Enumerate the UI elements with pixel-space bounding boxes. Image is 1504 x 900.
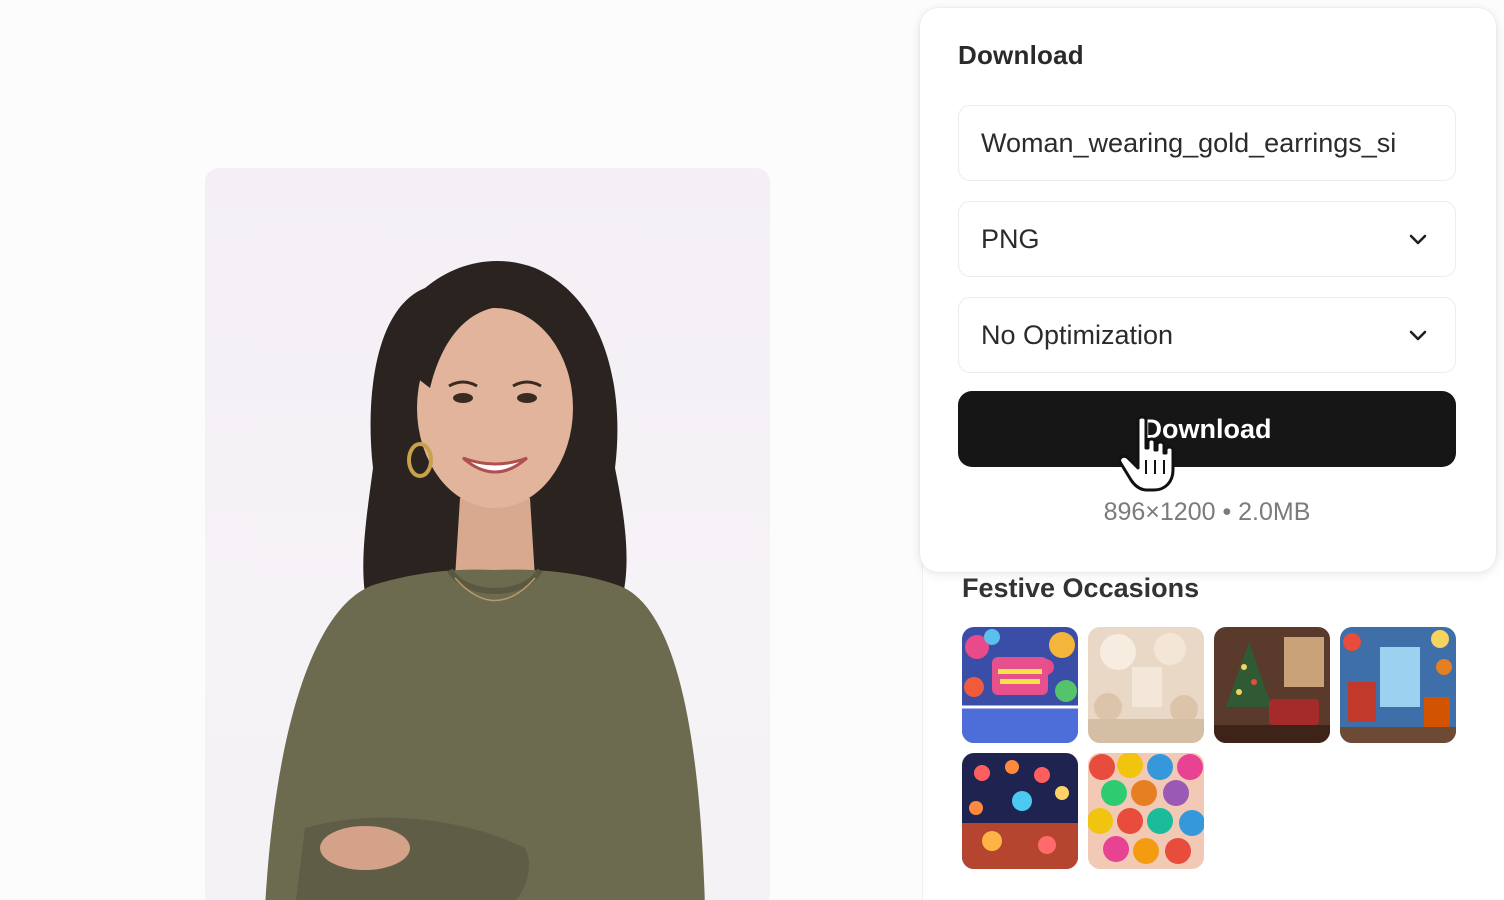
download-button[interactable]: Download bbox=[958, 391, 1456, 467]
lantern-street-image[interactable] bbox=[962, 753, 1078, 869]
popover-title: Download bbox=[958, 40, 1084, 70]
filename-input[interactable] bbox=[981, 127, 1433, 159]
hand-cursor-icon bbox=[1116, 414, 1176, 494]
balloons-image[interactable] bbox=[1088, 753, 1204, 869]
filename-field[interactable] bbox=[958, 105, 1456, 181]
format-select[interactable]: PNG bbox=[958, 201, 1456, 277]
optimization-value: No Optimization bbox=[981, 319, 1174, 350]
main-photo bbox=[205, 168, 770, 900]
chevron-down-icon bbox=[1403, 320, 1433, 350]
festive-party-room-image[interactable] bbox=[1340, 627, 1456, 743]
portrait-image bbox=[265, 260, 705, 900]
file-info: 896×1200 • 2.0MB bbox=[1103, 498, 1311, 526]
festive-thumbnail-grid bbox=[962, 627, 1458, 869]
format-value: PNG bbox=[981, 223, 1040, 254]
cream-ballroom-image[interactable] bbox=[1088, 627, 1204, 743]
optimization-select[interactable]: No Optimization bbox=[958, 297, 1456, 373]
download-popover: Download PNG No Optimization Download 89… bbox=[920, 8, 1496, 572]
chevron-down-icon bbox=[1403, 224, 1433, 254]
birthday-banner-image[interactable] bbox=[962, 627, 1078, 743]
festive-section-title: Festive Occasions bbox=[962, 573, 1200, 603]
christmas-living-room-image[interactable] bbox=[1214, 627, 1330, 743]
